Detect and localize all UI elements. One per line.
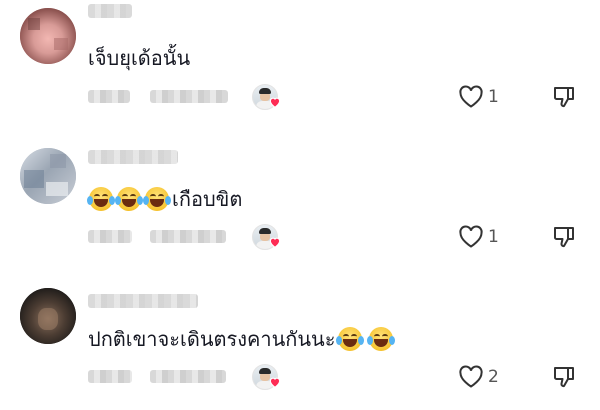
- avatar[interactable]: [20, 8, 76, 64]
- like-count: 1: [488, 227, 499, 247]
- comment-text-content: เจ็บยุเด้อนั้น: [88, 46, 191, 70]
- avatar[interactable]: [20, 148, 76, 204]
- comment-text-content: ปกติเขาจะเดินตรงคานกันนะ: [88, 327, 336, 351]
- red-heart-icon: [269, 97, 281, 108]
- like-count: 2: [488, 367, 499, 387]
- comment-item: เจ็บยุเด้อนั้น 1: [0, 0, 600, 130]
- thumbs-down-icon[interactable]: [552, 365, 576, 389]
- thumbs-down-icon[interactable]: [552, 225, 576, 249]
- comment-meta-blurred: [88, 230, 238, 244]
- face-with-tears-of-joy-emoji: [336, 326, 365, 352]
- username-blurred[interactable]: [88, 4, 132, 18]
- heart-outline-icon[interactable]: [458, 365, 484, 389]
- face-with-tears-of-joy-emoji: [143, 186, 171, 212]
- comment-item: เกือบขิต 1: [0, 140, 600, 270]
- avatar[interactable]: [20, 288, 76, 344]
- heart-outline-icon[interactable]: [458, 85, 484, 109]
- comment-item: ปกติเขาจะเดินตรงคานกันนะ 2: [0, 280, 600, 410]
- like-count: 1: [488, 87, 499, 107]
- face-with-tears-of-joy-emoji: [87, 186, 115, 212]
- face-with-tears-of-joy-emoji: [367, 326, 396, 352]
- comment-text: เกือบขิต: [87, 185, 243, 213]
- creator-liked-badge: [252, 224, 282, 250]
- comment-text: ปกติเขาจะเดินตรงคานกันนะ: [88, 325, 396, 353]
- heart-outline-icon[interactable]: [458, 225, 484, 249]
- username-blurred[interactable]: [88, 294, 198, 308]
- face-with-tears-of-joy-emoji: [115, 186, 143, 212]
- creator-liked-badge: [252, 84, 282, 110]
- comment-text: เจ็บยุเด้อนั้น: [88, 44, 190, 72]
- comment-text-content: เกือบขิต: [172, 187, 243, 211]
- thumbs-down-icon[interactable]: [552, 85, 576, 109]
- username-blurred[interactable]: [88, 150, 178, 164]
- comment-meta-blurred: [88, 90, 238, 104]
- red-heart-icon: [269, 377, 281, 388]
- creator-liked-badge: [252, 364, 282, 390]
- comment-meta-blurred: [88, 370, 238, 384]
- red-heart-icon: [269, 237, 281, 248]
